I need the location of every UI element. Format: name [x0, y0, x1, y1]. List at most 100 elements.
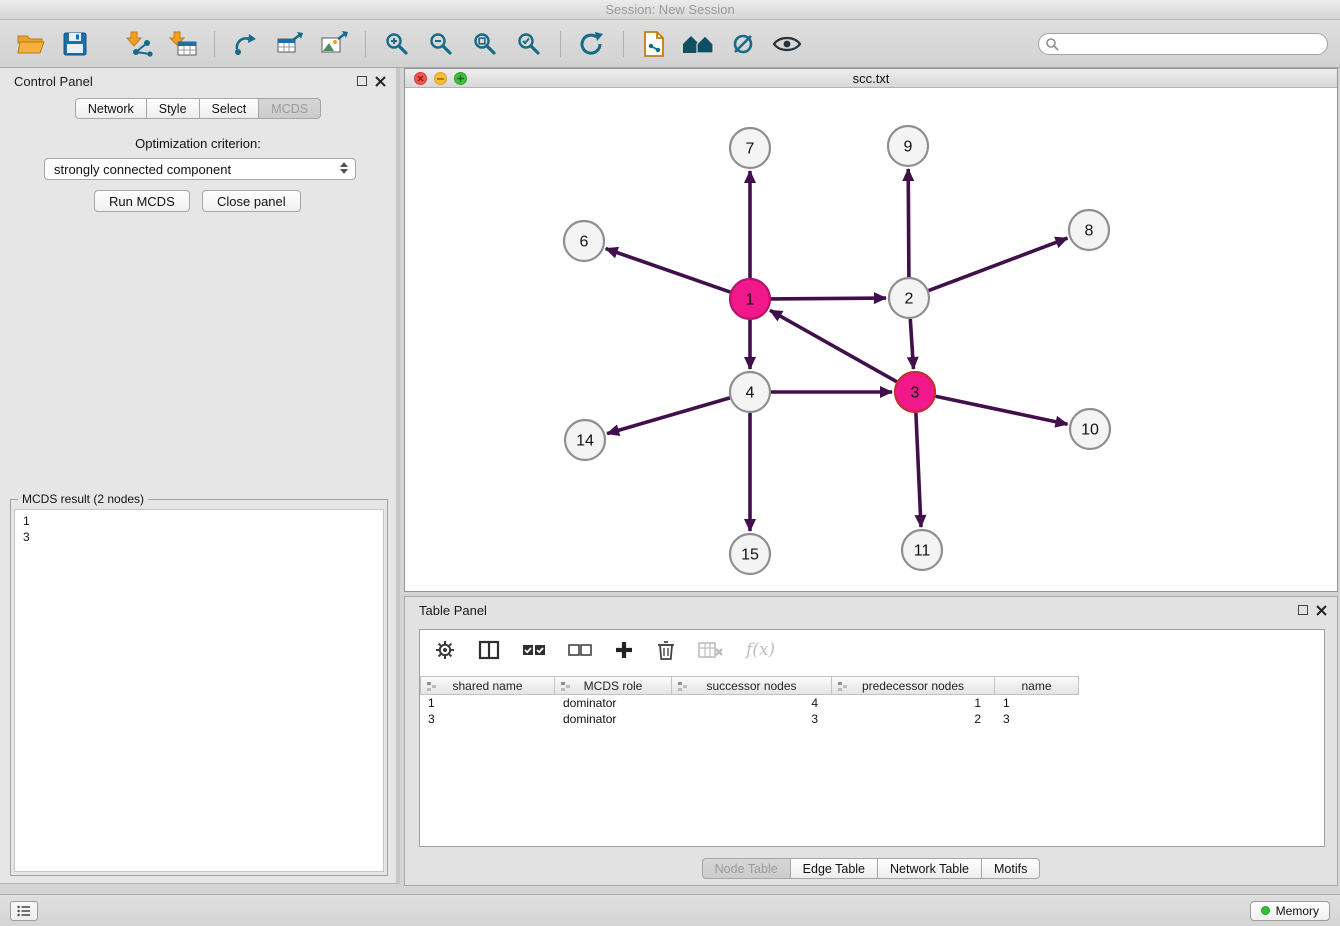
graph-edge-2-8[interactable] — [929, 238, 1068, 291]
main-toolbar — [0, 20, 1340, 68]
graph-edge-2-9[interactable] — [908, 169, 909, 277]
table-row[interactable]: 1 dominator 4 1 1 — [420, 695, 1324, 711]
deselect-all-button[interactable] — [568, 641, 592, 659]
memory-status-dot — [1261, 906, 1270, 915]
table-settings-button[interactable] — [434, 639, 456, 661]
delete-column-button[interactable] — [656, 639, 676, 661]
show-columns-button[interactable] — [478, 640, 500, 660]
graph-edge-1-6[interactable] — [606, 249, 731, 293]
close-panel-icon[interactable] — [375, 76, 386, 87]
float-panel-icon[interactable] — [1298, 605, 1308, 615]
tab-node-table[interactable]: Node Table — [702, 858, 791, 879]
open-session-button[interactable] — [12, 25, 50, 63]
column-header-mcds-role[interactable]: MCDS role — [555, 676, 672, 695]
table-row[interactable]: 3 dominator 3 2 3 — [420, 711, 1324, 727]
zoom-in-icon — [384, 31, 410, 57]
column-header-predecessor-nodes[interactable]: predecessor nodes — [832, 676, 995, 695]
show-hide-button[interactable] — [768, 25, 806, 63]
cell-successor-nodes[interactable]: 4 — [672, 696, 832, 710]
memory-button[interactable]: Memory — [1250, 901, 1330, 921]
network-canvas[interactable]: 7 9 6 8 1 2 4 3 14 10 15 11 — [405, 88, 1337, 591]
graph-node-6[interactable]: 6 — [564, 221, 604, 261]
houses-icon — [681, 32, 717, 56]
control-panel-header: Control Panel — [0, 68, 396, 94]
mcds-result-textarea[interactable]: 1 3 — [14, 509, 384, 872]
graph-node-label: 11 — [914, 543, 931, 560]
cell-successor-nodes[interactable]: 3 — [672, 712, 832, 726]
zoom-in-button[interactable] — [378, 25, 416, 63]
cell-name[interactable]: 3 — [995, 712, 1079, 726]
search-input[interactable] — [1038, 33, 1328, 55]
graph-edge-2-3[interactable] — [910, 319, 913, 369]
cell-mcds-role[interactable]: dominator — [555, 712, 672, 726]
column-header-successor-nodes[interactable]: successor nodes — [672, 676, 832, 695]
graph-edge-3-1[interactable] — [770, 310, 897, 381]
import-table-button[interactable] — [164, 25, 202, 63]
graph-node-3[interactable]: 3 — [895, 372, 935, 412]
select-stepper-icon — [340, 162, 348, 174]
cell-predecessor-nodes[interactable]: 1 — [832, 696, 995, 710]
delete-table-icon — [698, 640, 724, 660]
graph-node-10[interactable]: 10 — [1070, 409, 1110, 449]
home-layouts-button[interactable] — [680, 25, 718, 63]
zoom-out-button[interactable] — [422, 25, 460, 63]
graph-edge-4-14[interactable] — [607, 398, 730, 434]
network-graph[interactable]: 7 9 6 8 1 2 4 3 14 10 15 11 — [405, 88, 1337, 591]
mcds-result-line: 3 — [23, 529, 375, 545]
export-image-button[interactable] — [315, 25, 353, 63]
close-panel-button[interactable]: Close panel — [202, 190, 301, 212]
import-network-button[interactable] — [120, 25, 158, 63]
toolbar-separator — [623, 31, 624, 57]
close-panel-icon[interactable] — [1316, 605, 1327, 616]
graph-node-1[interactable]: 1 — [730, 279, 770, 319]
graph-node-2[interactable]: 2 — [889, 278, 929, 318]
save-session-button[interactable] — [56, 25, 94, 63]
tab-style[interactable]: Style — [147, 98, 200, 119]
mcds-result-legend: MCDS result (2 nodes) — [18, 492, 148, 506]
tab-network-table[interactable]: Network Table — [878, 858, 982, 879]
graph-edge-1-2[interactable] — [771, 298, 886, 299]
cell-shared-name[interactable]: 3 — [420, 712, 555, 726]
window-maximize-button[interactable] — [454, 72, 467, 85]
zoom-selected-button[interactable] — [510, 25, 548, 63]
graph-edge-3-11[interactable] — [916, 413, 921, 527]
float-panel-icon[interactable] — [357, 76, 367, 86]
tab-motifs[interactable]: Motifs — [982, 858, 1040, 879]
apply-style-button[interactable] — [724, 25, 762, 63]
delete-table-button[interactable] — [698, 640, 724, 660]
task-history-button[interactable] — [10, 901, 38, 921]
graph-node-4[interactable]: 4 — [730, 372, 770, 412]
cell-mcds-role[interactable]: dominator — [555, 696, 672, 710]
cell-shared-name[interactable]: 1 — [420, 696, 555, 710]
column-label: MCDS role — [584, 679, 643, 693]
graph-node-14[interactable]: 14 — [565, 420, 605, 460]
new-network-button[interactable] — [227, 25, 265, 63]
tab-select[interactable]: Select — [200, 98, 260, 119]
graph-node-7[interactable]: 7 — [730, 128, 770, 168]
window-minimize-button[interactable] — [434, 72, 447, 85]
graph-node-8[interactable]: 8 — [1069, 210, 1109, 250]
tab-network[interactable]: Network — [75, 98, 147, 119]
window-close-button[interactable] — [414, 72, 427, 85]
cell-predecessor-nodes[interactable]: 2 — [832, 712, 995, 726]
eye-icon — [772, 34, 802, 54]
zoom-fit-button[interactable] — [466, 25, 504, 63]
select-all-button[interactable] — [522, 641, 546, 659]
graph-node-11[interactable]: 11 — [902, 530, 942, 570]
import-styles-button[interactable] — [636, 25, 674, 63]
criterion-select[interactable]: strongly connected component — [44, 158, 356, 180]
add-column-button[interactable] — [614, 640, 634, 660]
toolbar-separator — [365, 31, 366, 57]
tab-edge-table[interactable]: Edge Table — [791, 858, 878, 879]
graph-node-15[interactable]: 15 — [730, 534, 770, 574]
cell-name[interactable]: 1 — [995, 696, 1079, 710]
column-header-shared-name[interactable]: shared name — [420, 676, 555, 695]
tab-mcds[interactable]: MCDS — [259, 98, 321, 119]
graph-node-9[interactable]: 9 — [888, 126, 928, 166]
run-mcds-button[interactable]: Run MCDS — [94, 190, 190, 212]
refresh-button[interactable] — [573, 25, 611, 63]
function-builder-button[interactable]: f(x) — [746, 640, 775, 660]
graph-edge-3-10[interactable] — [936, 396, 1068, 424]
export-table-button[interactable] — [271, 25, 309, 63]
column-header-name[interactable]: name — [995, 676, 1079, 695]
